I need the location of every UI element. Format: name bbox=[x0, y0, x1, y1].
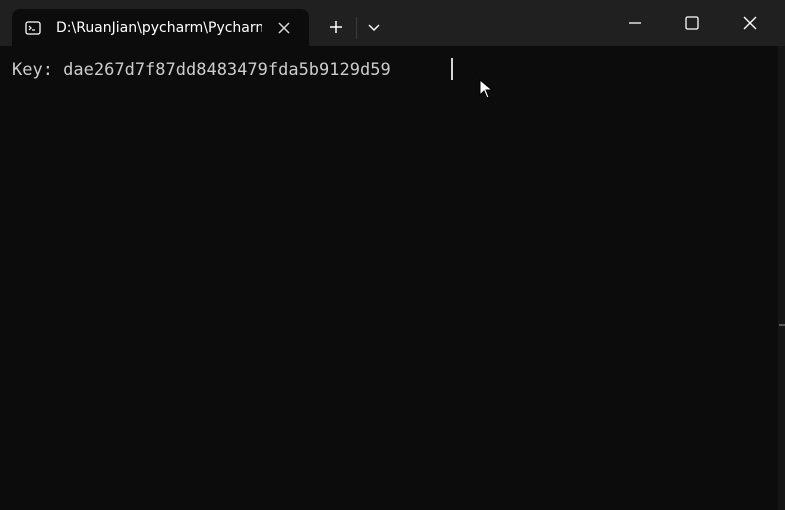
close-button[interactable] bbox=[730, 8, 770, 38]
vertical-scrollbar[interactable] bbox=[778, 46, 785, 510]
terminal-window: D:\RuanJian\pycharm\Pycharm Key: dae267d… bbox=[0, 0, 785, 510]
active-tab[interactable]: D:\RuanJian\pycharm\Pycharm bbox=[12, 9, 309, 46]
tab-close-icon[interactable] bbox=[274, 18, 294, 38]
scrollbar-mark bbox=[779, 324, 785, 326]
tab-title: D:\RuanJian\pycharm\Pycharm bbox=[56, 20, 262, 36]
tab-separator bbox=[356, 17, 357, 39]
maximize-icon bbox=[685, 16, 699, 30]
plus-icon[interactable] bbox=[326, 17, 346, 37]
minimize-icon bbox=[629, 22, 641, 24]
text-cursor bbox=[451, 58, 453, 80]
close-icon bbox=[743, 16, 757, 30]
mouse-pointer-icon bbox=[479, 79, 493, 99]
terminal-output-area[interactable]: Key: dae267d7f87dd8483479fda5b9129d59 bbox=[0, 46, 778, 510]
title-bar[interactable]: D:\RuanJian\pycharm\Pycharm bbox=[0, 0, 785, 46]
maximize-button[interactable] bbox=[672, 8, 712, 38]
terminal-output-line: Key: dae267d7f87dd8483479fda5b9129d59 bbox=[12, 60, 391, 80]
console-icon bbox=[25, 21, 41, 35]
minimize-button[interactable] bbox=[615, 8, 655, 38]
chevron-down-icon[interactable] bbox=[364, 17, 384, 37]
